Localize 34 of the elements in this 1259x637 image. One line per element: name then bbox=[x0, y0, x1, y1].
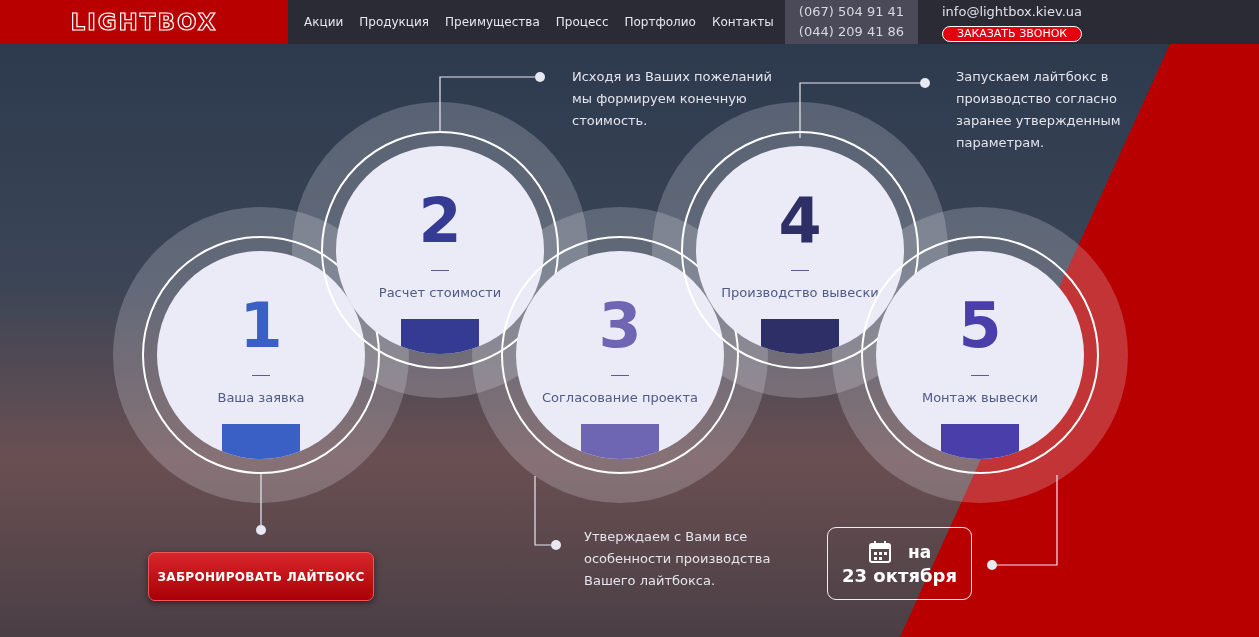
phone-number[interactable]: (044) 209 41 86 bbox=[798, 22, 905, 42]
step-number: 3 bbox=[598, 295, 642, 357]
step-number: 5 bbox=[958, 295, 1002, 357]
date-text: 23 октября bbox=[842, 563, 957, 588]
nav-link[interactable]: Продукция bbox=[359, 13, 430, 31]
step-number: 4 bbox=[778, 190, 822, 252]
nav-link[interactable]: Преимущества bbox=[445, 13, 540, 31]
phone-number[interactable]: (067) 504 91 41 bbox=[798, 2, 905, 22]
step-label: Ваша заявка bbox=[217, 389, 305, 407]
date-prefix: на bbox=[907, 541, 932, 562]
step-label: Согласование проекта bbox=[541, 389, 698, 407]
calendar-icon bbox=[867, 539, 892, 564]
dash-mark bbox=[971, 375, 989, 376]
email-link[interactable]: info@lightbox.kiev.ua bbox=[942, 2, 1082, 22]
book-button[interactable]: ЗАБРОНИРОВАТЬ ЛАЙТБОКС bbox=[148, 552, 374, 601]
dash-mark bbox=[431, 270, 449, 271]
step-label: Расчет стоимости bbox=[378, 284, 502, 302]
callback-button[interactable]: ЗАКАЗАТЬ ЗВОНОК bbox=[942, 25, 1082, 42]
step-number: 2 bbox=[418, 190, 462, 252]
step-number: 1 bbox=[239, 295, 283, 357]
dash-mark bbox=[611, 375, 629, 376]
step-label: Производство вывески bbox=[721, 284, 879, 302]
step-description: Утверждаем с Вами все особенности производства Вашего лайтбокса. bbox=[584, 528, 772, 590]
dash-mark bbox=[252, 375, 270, 376]
step-label: Монтаж вывески bbox=[921, 389, 1039, 407]
logo[interactable]: LIGHTBOX bbox=[70, 4, 218, 40]
nav-link[interactable]: Контакты bbox=[711, 13, 774, 31]
step-description: Исходя из Ваших пожеланий мы формируем конечную стоимость. bbox=[572, 68, 772, 130]
nav-link[interactable]: Акции bbox=[304, 13, 344, 31]
dash-mark bbox=[791, 270, 809, 271]
nav-link[interactable]: Портфолио bbox=[624, 13, 696, 31]
nav-link[interactable]: Процесс bbox=[555, 13, 609, 31]
step-description: Запускаем лайтбокс в производство согласно заранее утвержденным параметрам. bbox=[956, 68, 1122, 152]
leader-line bbox=[256, 473, 266, 535]
